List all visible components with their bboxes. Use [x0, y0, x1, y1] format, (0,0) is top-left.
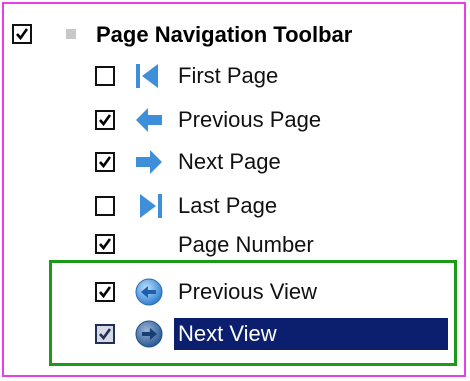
- next-view-label: Next View: [178, 321, 277, 346]
- list-item-previous-view[interactable]: Previous View: [0, 276, 470, 312]
- previous-view-checkbox[interactable]: [95, 282, 115, 302]
- next-page-checkbox[interactable]: [95, 152, 115, 172]
- previous-page-arrow-icon: [134, 105, 164, 135]
- next-page-arrow-icon: [134, 147, 164, 177]
- last-page-checkbox[interactable]: [95, 196, 115, 216]
- toolbar-group-checkbox[interactable]: [12, 24, 32, 44]
- first-page-checkbox[interactable]: [95, 66, 115, 86]
- toolbar-group-row[interactable]: Page Navigation Toolbar: [0, 18, 470, 54]
- next-view-icon: [134, 319, 164, 349]
- checkmark-icon: [16, 28, 29, 41]
- next-view-checkbox[interactable]: [95, 324, 115, 344]
- previous-view-icon: [134, 277, 164, 307]
- checkmark-icon: [99, 114, 112, 127]
- checkmark-icon: [99, 238, 112, 251]
- tree-bullet-icon: [66, 29, 76, 39]
- page-number-checkbox[interactable]: [95, 234, 115, 254]
- last-page-label: Last Page: [178, 193, 278, 218]
- checkmark-icon: [99, 156, 112, 169]
- toolbar-group-label: Page Navigation Toolbar: [96, 22, 353, 47]
- first-page-label: First Page: [178, 63, 279, 88]
- next-view-selection[interactable]: Next View: [174, 318, 448, 350]
- next-page-label: Next Page: [178, 149, 281, 174]
- list-item-previous-page[interactable]: Previous Page: [0, 104, 470, 140]
- checkmark-icon: [99, 328, 112, 341]
- page-number-label: Page Number: [178, 232, 314, 257]
- list-item-last-page[interactable]: Last Page: [0, 190, 470, 226]
- previous-view-label: Previous View: [178, 279, 317, 304]
- previous-page-label: Previous Page: [178, 107, 322, 132]
- previous-page-checkbox[interactable]: [95, 110, 115, 130]
- list-item-first-page[interactable]: First Page: [0, 60, 470, 96]
- last-page-icon: [134, 191, 164, 221]
- list-item-next-view[interactable]: Next View: [0, 318, 470, 354]
- list-item-next-page[interactable]: Next Page: [0, 146, 470, 182]
- first-page-icon: [134, 61, 164, 91]
- checkmark-icon: [99, 286, 112, 299]
